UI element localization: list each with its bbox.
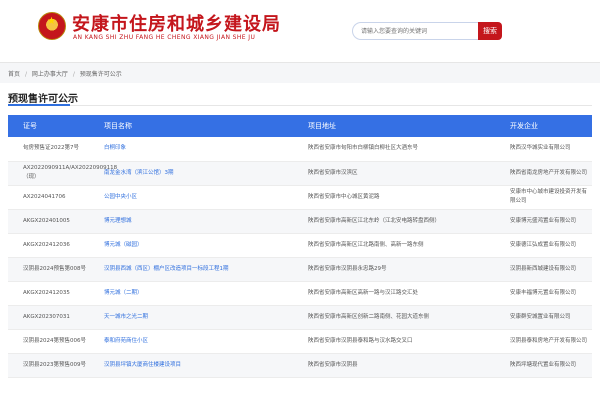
permit-number-cell: 旬房预售证2022第7号 (8, 137, 96, 162)
search-button[interactable]: 搜索 (478, 22, 502, 40)
project-address-cell: 陕西省安康市汉阴县泰和路与汉水路交叉口 (300, 329, 502, 354)
breadcrumb-current: 预现售许可公示 (79, 71, 122, 78)
table-row: AKGX202412036 博元城（磁园） 陕西省安康市高新区江北路南侧、高新一路东… (8, 233, 592, 258)
permit-number-cell: AKGX202412036 (8, 233, 96, 258)
column-header-project-name: 项目名称 (104, 122, 132, 130)
search-input[interactable] (352, 22, 478, 40)
title-divider (8, 105, 592, 106)
breadcrumb-hall[interactable]: 网上办事大厅 (32, 71, 68, 78)
project-name-link[interactable]: 天一城市之光二期 (96, 305, 300, 330)
breadcrumb-separator: / (24, 71, 27, 78)
project-address-cell: 陕西省安康市高新区创新二路南侧、花园大道东侧 (300, 305, 502, 330)
column-header-project-address: 项目地址 (308, 122, 336, 130)
project-name-link[interactable]: 博元理想城 (96, 209, 300, 234)
permit-number-cell: 汉阴县2024第预售006号 (8, 329, 96, 354)
permit-number-cell: AX2024041706 (8, 185, 96, 210)
project-name-link[interactable]: 汉阴县西城（西区）棚户区改造项目一标段工程1期 (96, 257, 300, 282)
site-header: ★ 安康市住房和城乡建设局 AN KANG SHI ZHU FANG HE CH… (0, 0, 600, 63)
developer-cell: 安康群安城置业有限公司 (502, 305, 592, 330)
project-name-link[interactable]: 博元城（二期） (96, 281, 300, 306)
table-row: 汉阴县2023第预售009号 汉阴县坪镇大厦商住楼建设项目 陕西省安康市汉阴县 陕西坪… (8, 353, 592, 378)
project-address-cell: 陕西省安康市高新区江北路南侧、高新一路东侧 (300, 233, 502, 258)
project-address-cell: 陕西省安康市旬阳市白柳镇白柳社区大酒东号 (300, 137, 502, 162)
project-name-link[interactable]: 博元城（磁园） (96, 233, 300, 258)
project-name-link[interactable]: 公园中央小区 (96, 185, 300, 210)
permit-number-cell: 汉阴县2023第预售009号 (8, 353, 96, 378)
table-header-row: 证号 项目名称 项目地址 开发企业 (8, 115, 592, 137)
project-name-link[interactable]: 泰和府苑商住小区 (96, 329, 300, 354)
permit-number-cell: AKGX202412035 (8, 281, 96, 306)
developer-cell: 安康丰福博元置业有限公司 (502, 281, 592, 306)
project-name-link[interactable]: 白桐印象 (96, 137, 300, 162)
project-address-cell: 陕西省安康市汉阴县 (300, 353, 502, 378)
permit-number-cell: AKGX202307031 (8, 305, 96, 330)
table-row: AX2024041706 公园中央小区 陕西省安康市中心城区黄泥路 安康市中心城市建设… (8, 185, 592, 210)
permit-number-cell: AKGX202401005 (8, 209, 96, 234)
project-address-cell: 陕西省安康市高新区高新一路与汉江路交汇处 (300, 281, 502, 306)
breadcrumb-separator: / (72, 71, 75, 78)
site-title: 安康市住房和城乡建设局 (72, 14, 281, 35)
project-name-link[interactable]: 汉阴县坪镇大厦商住楼建设项目 (96, 353, 300, 378)
table-row: 汉阴县2024预售第008号 汉阴县西城（西区）棚户区改造项目一标段工程1期 陕西省… (8, 257, 592, 282)
project-address-cell: 陕西省安康市汉滨区 (300, 161, 502, 186)
developer-cell: 汉阴县泰和房地产开发有限公司 (502, 329, 592, 354)
table-row: AX2022090911A/AX20220909118（现） 南龙金水湾（滨江公馆… (8, 161, 592, 186)
column-header-developer: 开发企业 (510, 122, 538, 130)
column-header-permit-no: 证号 (23, 122, 37, 130)
breadcrumb-home[interactable]: 首页 (8, 71, 20, 78)
table-row: 旬房预售证2022第7号 白桐印象 陕西省安康市旬阳市白柳镇白柳社区大酒东号 陕西汉华… (8, 137, 592, 162)
project-address-cell: 陕西省安康市高新区江北东岭（江北安电路转盘西侧） (300, 209, 502, 234)
table-row: AKGX202401005 博元理想城 陕西省安康市高新区江北东岭（江北安电路转盘西… (8, 209, 592, 234)
permit-table: 证号 项目名称 项目地址 开发企业 旬房预售证2022第7号 白桐印象 陕西省安康市… (8, 115, 592, 378)
project-name-link[interactable]: 南龙金水湾（滨江公馆）3期 (96, 161, 300, 186)
title-underline (8, 104, 70, 106)
star-icon: ★ (47, 16, 56, 27)
table-row: AKGX202412035 博元城（二期） 陕西省安康市高新区高新一路与汉江路交汇处… (8, 281, 592, 306)
site-subtitle: AN KANG SHI ZHU FANG HE CHENG XIANG JIAN… (73, 34, 256, 41)
developer-cell: 陕西坪塘现代置业有限公司 (502, 353, 592, 378)
developer-cell: 安康市中心城市建设投资开发有限公司 (502, 185, 592, 210)
breadcrumb: 首页 / 网上办事大厅 / 预现售许可公示 (8, 69, 122, 78)
developer-cell: 安康博元盛鸿置业有限公司 (502, 209, 592, 234)
permit-number-cell: 汉阴县2024预售第008号 (8, 257, 96, 282)
project-address-cell: 陕西省安康市中心城区黄泥路 (300, 185, 502, 210)
table-row: 汉阴县2024第预售006号 泰和府苑商住小区 陕西省安康市汉阴县泰和路与汉水路交叉… (8, 329, 592, 354)
project-address-cell: 陕西省安康市汉阴县永忠路29号 (300, 257, 502, 282)
developer-cell: 安康德江弘成置业有限公司 (502, 233, 592, 258)
developer-cell: 陕西汉华城实业有限公司 (502, 137, 592, 162)
developer-cell: 汉阴县新西城建设有限公司 (502, 257, 592, 282)
permit-number-cell: AX2022090911A/AX20220909118（现） (8, 161, 117, 186)
national-emblem-icon: ★ (38, 12, 66, 40)
developer-cell: 陕西省南龙房地产开发有限公司 (502, 161, 592, 186)
table-row: AKGX202307031 天一城市之光二期 陕西省安康市高新区创新二路南侧、花园大… (8, 305, 592, 330)
page-title: 预现售许可公示 (8, 94, 78, 105)
